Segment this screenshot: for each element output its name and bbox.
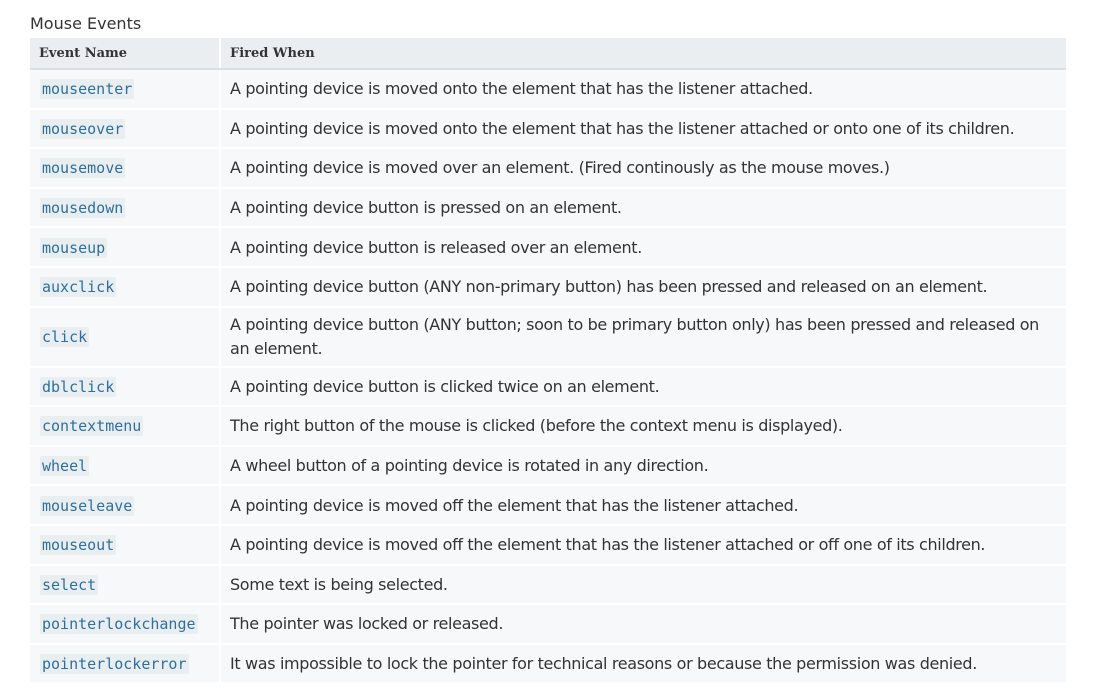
event-description: A pointing device button (ANY non-primar… <box>230 277 988 297</box>
event-name-cell: contextmenu <box>30 406 220 447</box>
event-description-cell: A pointing device is moved off the eleme… <box>219 524 1066 566</box>
event-name-code: pointerlockerror <box>40 654 189 675</box>
event-description-cell: A pointing device button (ANY button; so… <box>219 306 1066 368</box>
table-header-row: Event Name Fired When <box>30 38 1066 70</box>
event-description: A pointing device button is released ove… <box>230 237 642 257</box>
event-description-cell: A pointing device button is released ove… <box>219 227 1066 268</box>
table-row: dblclick A pointing device button is cli… <box>30 366 1066 408</box>
event-description: A pointing device is moved off the eleme… <box>230 495 799 515</box>
event-description: The pointer was locked or released. <box>230 614 504 634</box>
event-name-cell: mouseup <box>30 227 220 268</box>
event-name-code: select <box>40 574 99 595</box>
event-description-cell: A pointing device button (ANY non-primar… <box>219 266 1066 308</box>
mouse-events-section: Mouse Events Event Name Fired When mouse… <box>30 13 1066 685</box>
event-description-cell: A pointing device is moved off the eleme… <box>219 485 1066 526</box>
table-row: auxclick A pointing device button (ANY n… <box>30 266 1066 308</box>
event-name-code: click <box>40 326 90 347</box>
event-description-cell: The pointer was locked or released. <box>219 604 1066 645</box>
event-description: A pointing device button is pressed on a… <box>230 198 622 218</box>
table-row: mouseover A pointing device is moved ont… <box>30 108 1066 150</box>
event-description: A pointing device is moved over an eleme… <box>230 158 890 178</box>
event-description-cell: A pointing device is moved onto the elem… <box>219 108 1066 150</box>
table-row: mousemove A pointing device is moved ove… <box>30 148 1066 189</box>
event-name-cell: click <box>30 306 220 368</box>
event-description: A wheel button of a pointing device is r… <box>230 456 709 476</box>
event-description: A pointing device is moved onto the elem… <box>230 79 813 99</box>
table-row: mouseenter A pointing device is moved on… <box>30 69 1066 110</box>
event-name-code: mouseleave <box>40 495 135 516</box>
event-name-code: mouseenter <box>40 79 135 100</box>
table-row: mouseleave A pointing device is moved of… <box>30 485 1066 526</box>
event-name-cell: mouseover <box>30 108 220 150</box>
table-row: wheel A wheel button of a pointing devic… <box>30 445 1066 487</box>
event-description: The right button of the mouse is clicked… <box>230 416 843 436</box>
column-header-fired-when: Fired When <box>219 38 1066 70</box>
table-row: click A pointing device button (ANY butt… <box>30 306 1066 368</box>
event-description: It was impossible to lock the pointer fo… <box>230 654 977 674</box>
event-description-cell: A wheel button of a pointing device is r… <box>219 445 1066 487</box>
event-description-cell: Some text is being selected. <box>219 564 1066 606</box>
event-name-code: auxclick <box>40 277 117 298</box>
event-description-cell: A pointing device is moved onto the elem… <box>219 69 1066 110</box>
table-row: contextmenu The right button of the mous… <box>30 406 1066 447</box>
event-name-cell: auxclick <box>30 266 220 308</box>
event-description-cell: A pointing device button is clicked twic… <box>219 366 1066 408</box>
event-name-cell: mousemove <box>30 148 220 189</box>
table-row: select Some text is being selected. <box>30 564 1066 606</box>
event-description: A pointing device button is clicked twic… <box>230 376 660 396</box>
event-description-cell: A pointing device button is pressed on a… <box>219 187 1066 229</box>
event-name-code: contextmenu <box>40 416 144 437</box>
table-row: mouseout A pointing device is moved off … <box>30 524 1066 566</box>
event-name-code: mouseover <box>40 118 126 139</box>
event-name-cell: mousedown <box>30 187 220 229</box>
event-description: Some text is being selected. <box>230 574 448 594</box>
table-row: mousedown A pointing device button is pr… <box>30 187 1066 229</box>
event-name-code: wheel <box>40 456 90 477</box>
event-name-code: mouseup <box>40 237 108 258</box>
mouse-events-table: Event Name Fired When mouseenter A point… <box>30 38 1066 685</box>
event-name-code: pointerlockchange <box>40 614 198 635</box>
event-description: A pointing device is moved off the eleme… <box>230 535 986 555</box>
column-header-event-name: Event Name <box>30 38 220 70</box>
event-name-cell: mouseenter <box>30 69 220 110</box>
event-description-cell: A pointing device is moved over an eleme… <box>219 148 1066 189</box>
event-name-code: mouseout <box>40 535 117 556</box>
event-name-cell: pointerlockchange <box>30 604 220 645</box>
event-description-cell: The right button of the mouse is clicked… <box>219 406 1066 447</box>
table-row: pointerlockchange The pointer was locked… <box>30 604 1066 645</box>
event-description: A pointing device is moved onto the elem… <box>230 118 1015 138</box>
event-name-code: mousedown <box>40 198 126 219</box>
event-name-code: mousemove <box>40 158 126 179</box>
event-name-cell: dblclick <box>30 366 220 408</box>
event-name-cell: pointerlockerror <box>30 643 220 685</box>
table-caption: Mouse Events <box>30 14 142 33</box>
event-name-code: dblclick <box>40 376 117 397</box>
event-description-cell: It was impossible to lock the pointer fo… <box>219 643 1066 685</box>
event-name-cell: mouseleave <box>30 485 220 526</box>
table-row: pointerlockerror It was impossible to lo… <box>30 643 1066 685</box>
event-name-cell: mouseout <box>30 524 220 566</box>
event-name-cell: select <box>30 564 220 606</box>
table-row: mouseup A pointing device button is rele… <box>30 227 1066 268</box>
event-name-cell: wheel <box>30 445 220 487</box>
event-description: A pointing device button (ANY button; so… <box>230 314 1039 358</box>
